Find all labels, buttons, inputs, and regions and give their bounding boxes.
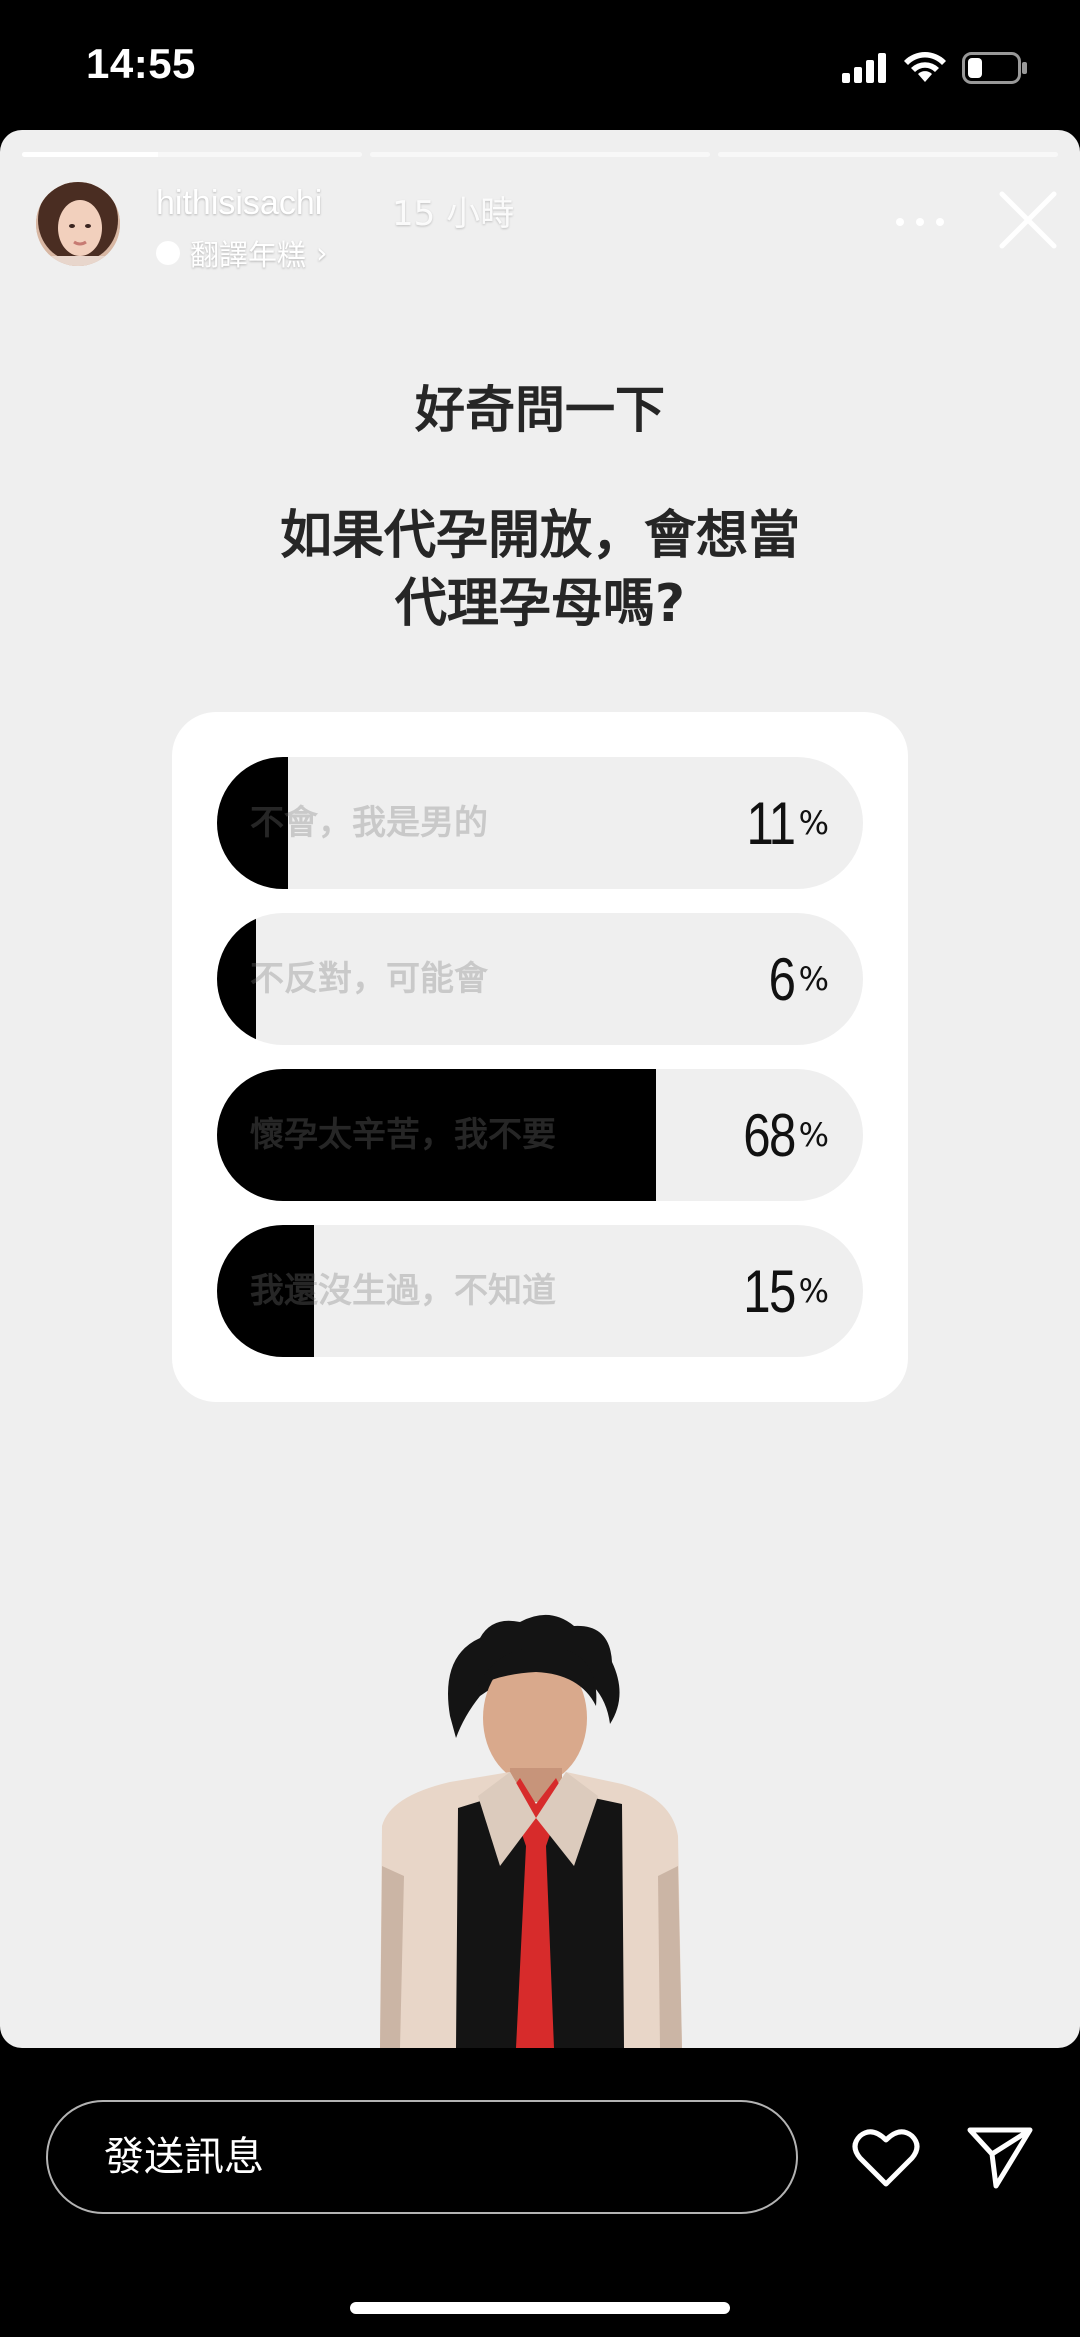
message-input[interactable]: 發送訊息 <box>46 2100 798 2214</box>
home-indicator <box>350 2302 730 2314</box>
reply-bar: 發送訊息 <box>0 2048 1080 2337</box>
poll-option[interactable]: 不會，我是男的 11% <box>217 757 863 889</box>
cellular-signal-icon <box>842 53 886 83</box>
story-progress <box>22 152 1058 157</box>
poll-option-percent: 6% <box>768 945 829 1013</box>
more-dots-icon <box>896 218 904 226</box>
close-icon <box>999 191 1057 249</box>
poll-option-label: 懷孕太辛苦，我不要 <box>250 1115 556 1155</box>
poll-option[interactable]: 懷孕太辛苦，我不要 68% <box>217 1069 863 1201</box>
wifi-icon <box>904 52 946 82</box>
close-button[interactable] <box>994 186 1062 254</box>
translate-link[interactable]: 翻譯年糕 › <box>156 232 328 274</box>
story-header: hithisisachi 15 小時 翻譯年糕 › <box>36 182 1057 274</box>
more-options-button[interactable] <box>890 202 950 242</box>
progress-segment <box>718 152 1058 157</box>
status-time: 14:55 <box>86 40 196 87</box>
poll-option-label: 我還沒生過，不知道 <box>250 1271 556 1311</box>
status-icons <box>842 48 1028 88</box>
speech-bubble-icon <box>156 241 180 265</box>
question-line-1: 如果代孕開放，會想當 <box>279 506 800 566</box>
person-gif-sticker <box>380 1614 682 2048</box>
poll-option-percent: 11% <box>746 789 829 857</box>
poll-option[interactable]: 我還沒生過，不知道 15% <box>217 1225 863 1357</box>
poll-option[interactable]: 不反對，可能會 6% <box>217 913 863 1045</box>
question-text: 如果代孕開放，會想當 代理孕母嗎? <box>0 502 1080 638</box>
battery-icon <box>962 52 1027 84</box>
question-line-2: 代理孕母嗎? <box>394 574 686 634</box>
heart-icon <box>852 2129 920 2187</box>
send-button[interactable] <box>966 2124 1034 2190</box>
story-username[interactable]: hithisisachi <box>156 184 322 223</box>
poll-option-percent: 15% <box>743 1257 829 1325</box>
poll-option-percent: 68% <box>743 1101 829 1169</box>
translate-label: 翻譯年糕 <box>190 238 307 272</box>
question-title: 好奇問一下 <box>415 381 665 439</box>
poll-option-label: 不會，我是男的 <box>250 803 488 843</box>
progress-segment <box>370 152 710 157</box>
story-time-ago: 15 小時 <box>392 194 515 234</box>
avatar[interactable] <box>36 182 120 266</box>
progress-fill <box>22 152 158 157</box>
like-button[interactable] <box>852 2126 920 2188</box>
status-bar: 14:55 <box>0 0 1080 128</box>
message-placeholder: 發送訊息 <box>104 2134 264 2180</box>
progress-segment <box>22 152 362 157</box>
poll-sticker: 不會，我是男的 11% 不反對，可能會 6% 懷孕太辛苦，我不要 68% 我還沒… <box>172 712 908 1402</box>
chevron-right-icon: › <box>316 236 328 270</box>
story-card[interactable]: hithisisachi 15 小時 翻譯年糕 › 好奇問一下 如果代孕開放，會… <box>0 130 1080 2048</box>
send-icon <box>967 2127 1033 2189</box>
poll-option-label: 不反對，可能會 <box>250 959 488 999</box>
